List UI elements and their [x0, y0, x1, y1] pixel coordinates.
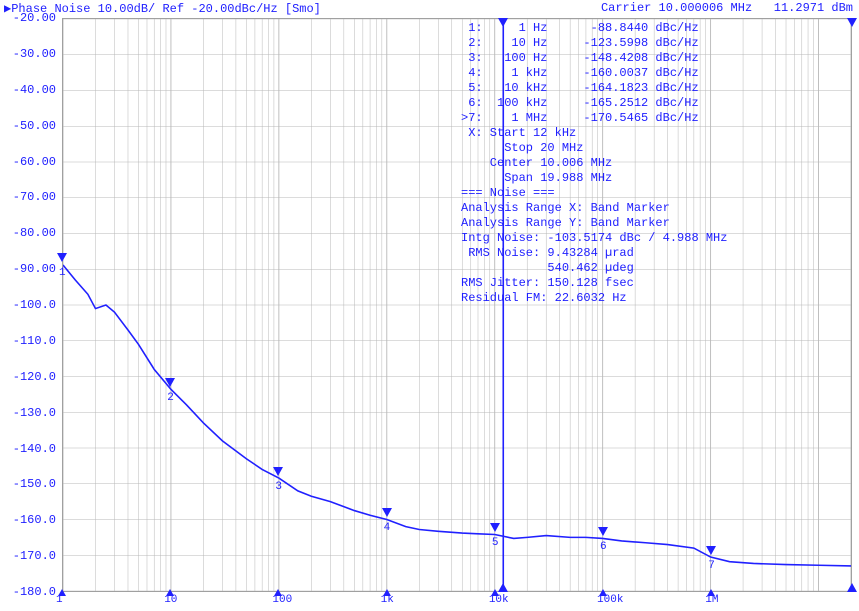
y-tick-label: -130.0 — [0, 406, 56, 420]
marker-icon[interactable] — [165, 378, 175, 387]
x-tick-icon — [707, 589, 715, 596]
plot-svg — [63, 19, 851, 591]
y-tick-label: -70.00 — [0, 190, 56, 204]
x-tick-icon — [491, 589, 499, 596]
y-tick-label: -180.0 — [0, 585, 56, 599]
band-marker-handle-bottom[interactable] — [498, 583, 508, 592]
marker-icon[interactable] — [598, 527, 608, 536]
y-tick-label: -140.0 — [0, 442, 56, 456]
marker-icon[interactable] — [57, 253, 67, 262]
y-tick-label: -150.0 — [0, 477, 56, 491]
y-tick-label: -100.0 — [0, 298, 56, 312]
marker-number: 3 — [275, 481, 282, 493]
band-marker-stop-top[interactable] — [847, 18, 857, 27]
y-tick-label: -50.00 — [0, 119, 56, 133]
y-tick-label: -90.00 — [0, 262, 56, 276]
marker-number: 4 — [384, 522, 391, 534]
marker-number: 7 — [708, 560, 715, 572]
marker-readout-panel: 1: 1 Hz -88.8440 dBc/Hz 2: 10 Hz -123.59… — [461, 21, 727, 306]
x-tick-icon — [166, 589, 174, 596]
x-tick-icon — [274, 589, 282, 596]
y-tick-label: -110.0 — [0, 334, 56, 348]
x-tick-icon — [599, 589, 607, 596]
title-right: Carrier 10.000006 MHz 11.2971 dBm — [601, 1, 853, 15]
y-tick-label: -30.00 — [0, 47, 56, 61]
marker-icon[interactable] — [490, 523, 500, 532]
y-tick-label: -170.0 — [0, 549, 56, 563]
y-tick-label: -120.0 — [0, 370, 56, 384]
y-tick-label: -80.00 — [0, 226, 56, 240]
marker-number: 2 — [167, 392, 174, 404]
y-tick-label: -40.00 — [0, 83, 56, 97]
title-text: Phase Noise 10.00dB/ Ref -20.00dBc/Hz [S… — [11, 2, 321, 16]
marker-number: 1 — [59, 267, 66, 279]
y-tick-label: -160.0 — [0, 513, 56, 527]
x-tick-icon — [383, 589, 391, 596]
y-tick-label: -20.00 — [0, 11, 56, 25]
carrier-power: 11.2971 dBm — [774, 1, 853, 15]
band-marker-handle-top[interactable] — [498, 18, 508, 27]
carrier-label: Carrier 10.000006 MHz — [601, 1, 752, 15]
marker-icon[interactable] — [382, 508, 392, 517]
marker-number: 5 — [492, 537, 499, 549]
marker-icon[interactable] — [273, 467, 283, 476]
marker-icon[interactable] — [706, 546, 716, 555]
chart-header: ▶Phase Noise 10.00dB/ Ref -20.00dBc/Hz [… — [0, 0, 859, 16]
x-tick-icon — [58, 589, 66, 596]
marker-number: 6 — [600, 541, 607, 553]
band-marker-stop-bottom[interactable] — [847, 583, 857, 592]
plot-area[interactable]: 1: 1 Hz -88.8440 dBc/Hz 2: 10 Hz -123.59… — [62, 18, 852, 592]
y-tick-label: -60.00 — [0, 155, 56, 169]
